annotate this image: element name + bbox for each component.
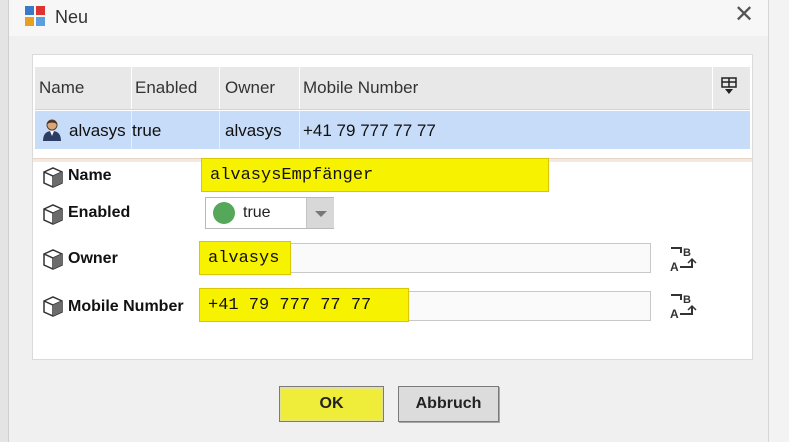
owner-value: alvasys — [208, 249, 280, 268]
user-icon — [43, 119, 61, 141]
table-row[interactable]: alvasys true alvasys +41 79 777 77 77 — [35, 111, 750, 149]
name-field[interactable]: alvasysEmpfänger — [201, 158, 549, 192]
property-row-mobile: Mobile Number +41 79 777 77 77 B A — [33, 285, 752, 325]
svg-text:B: B — [683, 247, 691, 259]
cube-icon — [43, 296, 63, 317]
dialog-window: Neu ✕ Name Enabled Owner Mobile Number a… — [8, 0, 769, 442]
row-separator — [219, 111, 220, 149]
column-separator — [712, 67, 713, 109]
column-header-mobile[interactable]: Mobile Number — [303, 78, 418, 98]
name-label: Name — [68, 167, 112, 184]
column-header-name[interactable]: Name — [39, 78, 84, 98]
column-separator[interactable] — [131, 67, 132, 109]
cube-icon — [43, 204, 63, 225]
row-separator — [299, 111, 300, 149]
cube-icon — [43, 249, 63, 270]
cancel-button-label: Abbruch — [415, 395, 482, 412]
close-icon[interactable]: ✕ — [727, 1, 761, 31]
app-icon — [25, 6, 45, 26]
title-bar: Neu ✕ — [9, 0, 769, 36]
ok-button[interactable]: OK — [279, 386, 384, 422]
rename-ab-icon[interactable]: B A — [668, 292, 698, 320]
dropdown-arrow-icon[interactable] — [306, 198, 334, 228]
mobile-highlight[interactable]: +41 79 777 77 77 — [199, 288, 409, 322]
table-header: Name Enabled Owner Mobile Number — [35, 67, 750, 110]
owner-highlight[interactable]: alvasys — [199, 241, 291, 275]
property-row-enabled: Enabled true — [33, 194, 752, 234]
enabled-value: true — [243, 204, 271, 221]
cell-name: alvasys — [69, 121, 126, 140]
content-panel: Name Enabled Owner Mobile Number alvasys… — [32, 54, 753, 360]
column-separator[interactable] — [219, 67, 220, 109]
cell-mobile: +41 79 777 77 77 — [303, 121, 436, 140]
cancel-button[interactable]: Abbruch — [398, 386, 499, 422]
window-title: Neu — [55, 7, 89, 27]
mobile-value: +41 79 777 77 77 — [208, 296, 372, 315]
svg-text:A: A — [670, 307, 679, 320]
cell-enabled: true — [132, 121, 162, 140]
name-value: alvasysEmpfänger — [210, 166, 374, 185]
cube-icon — [43, 167, 63, 188]
background-left — [0, 0, 8, 442]
column-header-enabled[interactable]: Enabled — [135, 78, 197, 98]
property-row-name: Name alvasysEmpfänger — [33, 156, 752, 196]
owner-label: Owner — [68, 250, 118, 267]
column-header-owner[interactable]: Owner — [225, 78, 275, 98]
rename-ab-icon[interactable]: B A — [668, 245, 698, 273]
column-separator[interactable] — [299, 67, 300, 109]
property-row-owner: Owner alvasys B A — [33, 238, 752, 278]
cell-owner: alvasys — [225, 121, 282, 140]
mobile-label: Mobile Number — [68, 298, 184, 315]
enabled-select[interactable]: true — [205, 197, 334, 229]
background-right — [768, 0, 789, 442]
ok-button-label: OK — [319, 395, 344, 412]
svg-text:A: A — [670, 260, 679, 273]
status-dot-icon — [213, 202, 235, 224]
column-chooser-icon[interactable] — [721, 77, 737, 95]
svg-text:B: B — [683, 294, 691, 306]
enabled-label: Enabled — [68, 204, 131, 221]
